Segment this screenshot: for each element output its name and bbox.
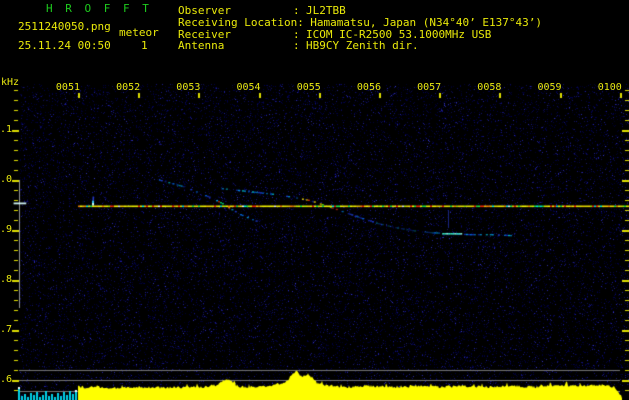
app-title: H R O F F T xyxy=(46,2,152,15)
info-colon: : xyxy=(293,39,300,53)
y-tick-label: 0.6 xyxy=(0,374,12,385)
timestamp: 25.11.24 00:50 xyxy=(18,39,111,52)
info-value: Hamamatsu, Japan (N34°40’ E137°43’) xyxy=(310,15,543,29)
y-tick-label: 0.7 xyxy=(0,324,12,335)
info-value: HB9CY Zenith dir. xyxy=(306,39,419,53)
y-tick-label: 1.1 xyxy=(0,124,12,135)
x-tick-label: 0051 xyxy=(55,82,80,93)
station-info: Observer: JL2TBB Receiving Location: Hamam… xyxy=(178,5,542,52)
y-axis-unit-label: kHz xyxy=(1,77,20,88)
output-filename: 2511240050.png xyxy=(18,20,111,33)
mode-label: meteor xyxy=(119,26,159,39)
x-tick-label: 0054 xyxy=(236,82,261,93)
x-tick-label: 0052 xyxy=(116,82,141,93)
x-tick-label: 0053 xyxy=(176,82,201,93)
info-colon: : xyxy=(297,15,304,29)
hrofft-window: H R O F F T 2511240050.png meteor 25.11.… xyxy=(0,0,629,400)
spectrogram-canvas xyxy=(0,0,629,400)
event-counter: 1 xyxy=(141,39,148,52)
x-tick-label: 0056 xyxy=(356,82,381,93)
info-row-location: Receiving Location: Hamamatsu, Japan (N34… xyxy=(178,15,543,29)
x-tick-label: 0100 xyxy=(597,82,622,93)
x-tick-label: 0059 xyxy=(537,82,562,93)
info-row-antenna: Antenna: HB9CY Zenith dir. xyxy=(178,40,542,52)
info-label: Receiving Location xyxy=(178,15,298,29)
y-tick-label: 0.8 xyxy=(0,274,12,285)
info-label: Antenna xyxy=(178,39,225,53)
y-tick-label: 0.9 xyxy=(0,224,12,235)
x-tick-label: 0058 xyxy=(477,82,502,93)
y-tick-label: 1.0 xyxy=(0,174,12,185)
x-tick-label: 0055 xyxy=(296,82,321,93)
x-tick-label: 0057 xyxy=(417,82,442,93)
